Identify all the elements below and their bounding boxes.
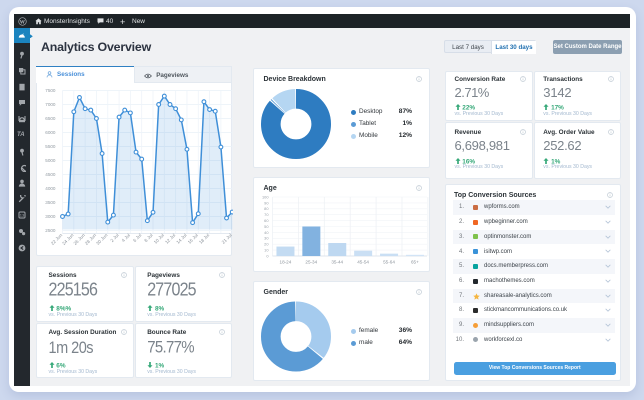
svg-text:90: 90 [264,200,269,205]
svg-text:4 Jul: 4 Jul [121,233,131,243]
svg-text:55-64: 55-64 [383,260,395,265]
svg-text:60: 60 [264,218,269,223]
svg-text:50: 50 [264,224,269,229]
svg-text:6500: 6500 [45,116,56,121]
svg-text:5500: 5500 [45,144,56,149]
svg-text:21 Jul: 21 Jul [221,233,233,245]
svg-text:30: 30 [264,236,269,241]
svg-text:3000: 3000 [45,214,56,219]
svg-text:0: 0 [266,253,269,258]
svg-text:6000: 6000 [45,130,56,135]
svg-text:7500: 7500 [45,88,56,93]
svg-text:70: 70 [264,212,269,217]
svg-text:20: 20 [264,242,269,247]
svg-text:4000: 4000 [45,186,56,191]
svg-text:10 Jul: 10 Jul [153,233,165,245]
svg-text:13: 13 [20,213,25,218]
svg-text:10: 10 [264,248,269,253]
svg-text:16 Jul: 16 Jul [187,233,199,245]
svg-text:25-34: 25-34 [305,260,317,265]
svg-text:40: 40 [264,230,269,235]
svg-text:12 Jul: 12 Jul [164,233,176,245]
svg-text:45-54: 45-54 [357,260,369,265]
svg-text:80: 80 [264,206,269,211]
svg-text:4500: 4500 [45,172,56,177]
svg-text:100: 100 [262,194,269,199]
svg-text:2 Jul: 2 Jul [109,233,119,243]
svg-text:14 Jul: 14 Jul [175,233,187,245]
svg-text:5000: 5000 [45,158,56,163]
svg-text:18 Jul: 18 Jul [198,233,210,245]
svg-text:2500: 2500 [45,228,56,233]
svg-text:6 Jul: 6 Jul [132,233,142,243]
svg-text:7000: 7000 [45,102,56,107]
svg-text:35-44: 35-44 [331,260,343,265]
svg-text:65+: 65+ [411,260,419,265]
svg-text:18-24: 18-24 [280,260,292,265]
svg-text:3500: 3500 [45,200,56,205]
svg-text:30 Jun: 30 Jun [95,232,109,246]
